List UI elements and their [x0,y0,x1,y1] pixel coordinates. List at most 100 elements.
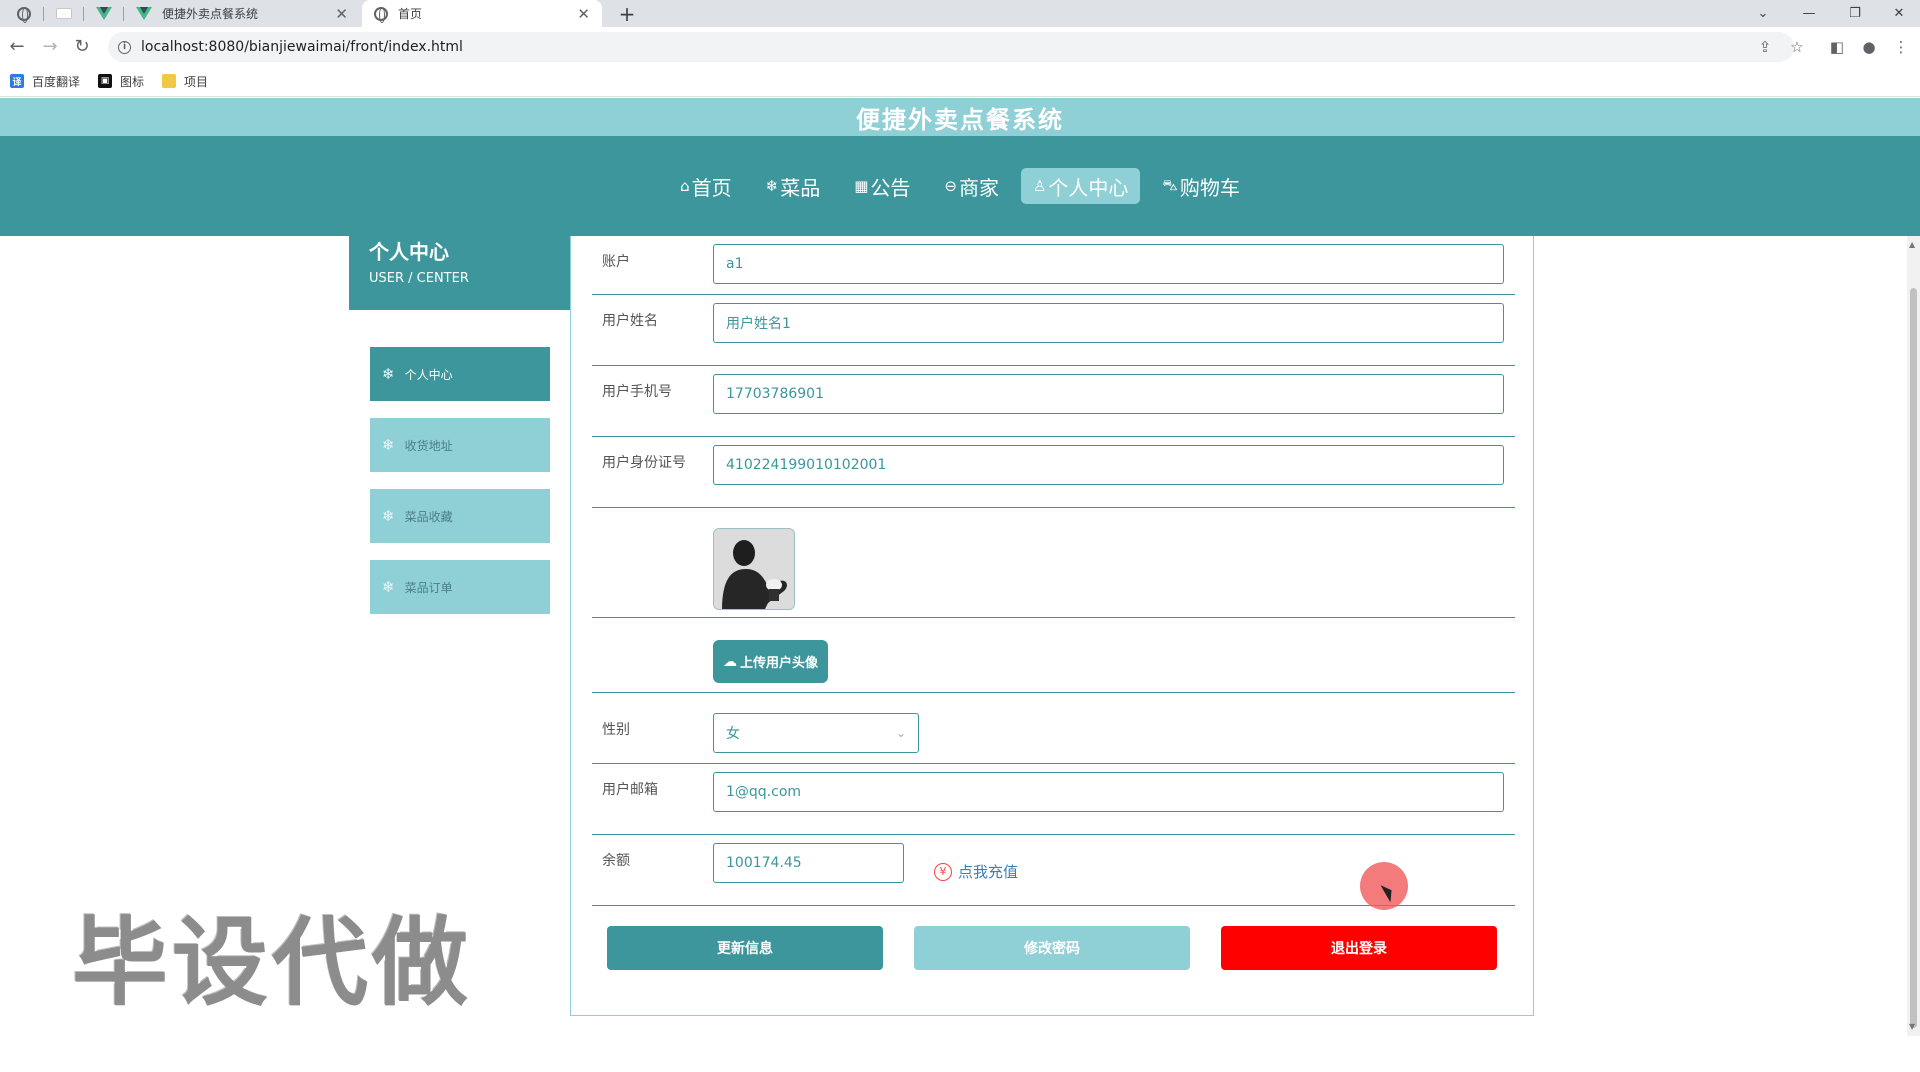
reload-icon[interactable]: ↻ [71,35,93,57]
main-nav: ⌂ 首页 ❄ 菜品 ▦ 公告 ⊖ 商家 ♙ 个人中心 ⛍ 购物车 [0,136,1920,236]
cloud-upload-icon: ☁ [723,653,737,670]
tab-title: 首页 [398,7,423,21]
snowflake-icon: ❄ [382,578,395,596]
account-label: 账户 [602,254,630,270]
gender-select[interactable]: 女 ⌄ [713,713,919,753]
gender-label: 性别 [602,722,630,738]
close-tab-icon[interactable]: ✕ [577,5,590,23]
upload-avatar-button[interactable]: ☁ 上传用户头像 [713,640,829,683]
pinned-tab-3[interactable] [84,0,124,27]
nav-dishes[interactable]: ❄ 菜品 [754,168,833,204]
sidebar-item-address[interactable]: ❄ 收货地址 [370,418,550,472]
watermark-text: 毕设代做 [72,907,472,1019]
recharge-link[interactable]: ¥ 点我充值 [934,861,1018,882]
name-label: 用户姓名 [602,313,658,329]
yen-icon: ¥ [934,862,952,881]
account-input[interactable]: a1 [713,244,1504,284]
scroll-down-icon[interactable]: ▼ [1909,1022,1915,1031]
nav-label: 商家 [958,175,999,200]
bookmark-label: 百度翻译 [32,74,81,89]
form-row-idcard: 用户身份证号 410224199010102001 [592,437,1515,508]
cart-icon: ⛍ [1162,176,1178,194]
bookmark-baidu-translate[interactable]: 译 百度翻译 [10,73,80,90]
avatar-silhouette-icon [714,529,794,609]
balance-label: 余额 [602,853,630,869]
menu-dots-icon[interactable]: ⋮ [1890,36,1912,58]
store-icon: ⊖ [944,177,957,195]
nav-label: 购物车 [1179,175,1240,200]
snowflake-icon: ❄ [382,436,395,454]
update-info-button[interactable]: 更新信息 [607,926,883,970]
phone-label: 用户手机号 [602,384,672,400]
browser-tab-2[interactable]: 首页 ✕ [362,0,602,27]
bookmarks-bar: 译 百度翻译 ▣ 图标 项目 [0,66,1920,97]
nav-cart[interactable]: ⛍ 购物车 [1150,168,1251,204]
page-scrollbar[interactable]: ▲ ▼ [1907,236,1920,1036]
close-window-button[interactable]: ✕ [1876,0,1920,27]
name-input[interactable]: 用户姓名1 [713,303,1504,343]
form-row-phone: 用户手机号 17703786901 [592,366,1515,437]
address-bar[interactable]: i localhost:8080/bianjiewaimai/front/ind… [108,32,1794,62]
nav-merchant[interactable]: ⊖ 商家 [932,168,1011,204]
forward-arrow-icon[interactable]: → [39,35,61,57]
scroll-up-icon[interactable]: ▲ [1909,240,1915,249]
nav-notice[interactable]: ▦ 公告 [842,168,922,204]
recharge-label: 点我充值 [958,863,1019,881]
sidebar-item-label: 菜品收藏 [404,509,453,524]
profile-icon[interactable]: ● [1858,36,1880,58]
tab-title: 便捷外卖点餐系统 [162,7,259,21]
form-row-upload: ☁ 上传用户头像 [592,618,1515,693]
blank-page-icon [56,8,72,19]
bookmark-label: 项目 [184,74,209,89]
sidebar-item-orders[interactable]: ❄ 菜品订单 [370,560,550,614]
sidebar-header: 个人中心 USER / CENTER [349,236,570,310]
side-panel-icon[interactable]: ◧ [1826,36,1848,58]
restore-button[interactable]: ❐ [1832,0,1878,27]
bookmark-star-icon[interactable]: ☆ [1786,36,1808,58]
close-tab-icon[interactable]: ✕ [335,5,348,23]
home-icon: ⌂ [680,177,690,195]
avatar [713,528,795,610]
back-arrow-icon[interactable]: ← [6,35,28,57]
upload-button-label: 上传用户头像 [740,656,819,671]
browser-tab-1[interactable]: 便捷外卖点餐系统 ✕ [124,0,360,27]
sidebar-item-favorites[interactable]: ❄ 菜品收藏 [370,489,550,543]
pinned-tab-2[interactable] [44,0,84,27]
new-tab-button[interactable]: + [614,0,640,27]
idcard-input[interactable]: 410224199010102001 [713,445,1504,485]
browser-tab-strip: 便捷外卖点餐系统 ✕ 首页 ✕ + ⌄ — ❐ ✕ [0,0,1920,27]
phone-input[interactable]: 17703786901 [713,374,1504,414]
minimize-button[interactable]: — [1786,0,1832,27]
nav-user-center[interactable]: ♙ 个人中心 [1020,168,1141,204]
share-icon[interactable]: ⇪ [1754,36,1776,58]
notice-icon: ▦ [854,177,869,195]
nav-home[interactable]: ⌂ 首页 [668,168,744,204]
bookmark-folder-projects[interactable]: 项目 [162,73,208,90]
snowflake-icon: ❄ [382,507,395,525]
nav-label: 菜品 [780,175,821,200]
idcard-label: 用户身份证号 [602,455,686,471]
sidebar-item-label: 菜品订单 [404,580,453,595]
globe-icon [374,6,388,23]
sidebar-item-user-center[interactable]: ❄ 个人中心 [370,347,550,401]
sidebar-item-label: 收货地址 [404,438,453,453]
sidebar-subtitle: USER / CENTER [369,271,469,286]
logout-button[interactable]: 退出登录 [1221,926,1497,970]
globe-icon [17,6,31,23]
info-icon[interactable]: i [118,40,131,54]
email-label: 用户邮箱 [602,782,658,798]
nav-label: 个人中心 [1048,175,1129,200]
tab-search-icon[interactable]: ⌄ [1740,0,1786,27]
pinned-tab-1[interactable] [4,0,44,27]
chevron-down-icon: ⌄ [895,726,906,740]
email-input[interactable]: 1@qq.com [713,772,1504,812]
balance-input[interactable]: 100174.45 [713,843,904,883]
bookmark-icons[interactable]: ▣ 图标 [98,73,144,90]
folder-icon [162,74,177,88]
form-row-name: 用户姓名 用户姓名1 [592,295,1515,366]
change-password-button[interactable]: 修改密码 [914,926,1190,970]
url-text: localhost:8080/bianjiewaimai/front/index… [141,39,463,55]
vue-icon [136,7,152,20]
form-row-avatar [592,508,1515,618]
scrollbar-thumb[interactable] [1910,288,1917,1028]
